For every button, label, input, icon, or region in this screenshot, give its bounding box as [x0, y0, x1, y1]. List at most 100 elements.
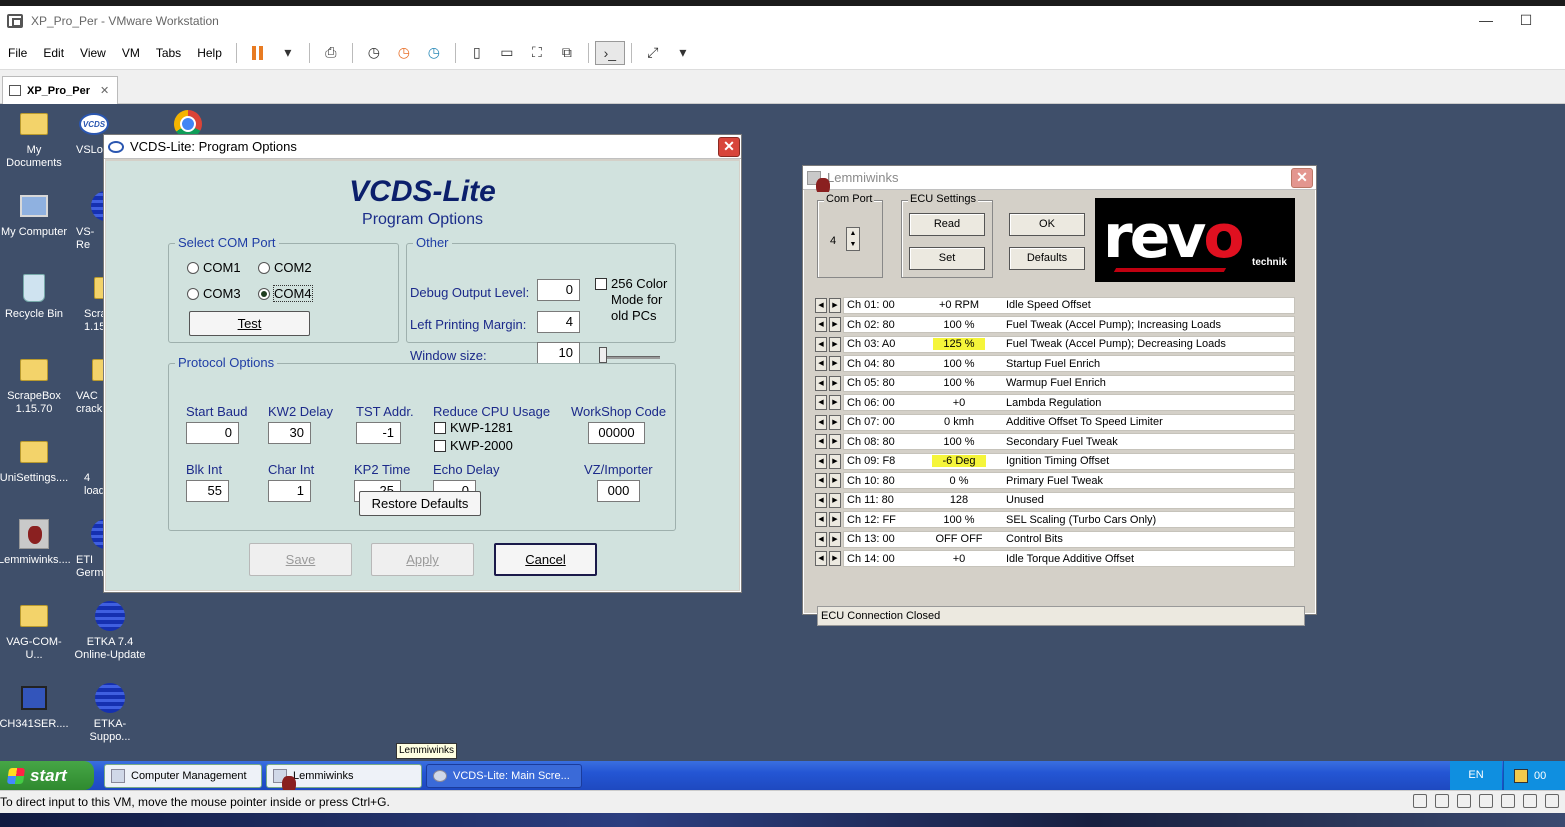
decrease-arrow-icon[interactable]: ◀ [815, 531, 827, 547]
test-button[interactable]: Test [189, 311, 310, 336]
desktop-icon-recycle-bin[interactable]: Recycle Bin [0, 272, 70, 321]
char-int-input[interactable]: 1 [268, 480, 311, 502]
desktop-icon-scra[interactable]: Scra 1.15 [84, 272, 104, 334]
decrease-arrow-icon[interactable]: ◀ [815, 414, 827, 430]
menu-file[interactable]: File [0, 46, 35, 60]
menu-vm[interactable]: VM [114, 46, 148, 60]
stretch-guest-icon[interactable]: ⤢ [638, 41, 668, 65]
thumbnail-view-icon[interactable]: ▭ [492, 41, 522, 65]
desktop-icon-ch341ser[interactable]: CH341SER.... [0, 682, 70, 731]
desktop-icon-etka-online-update[interactable]: ETKA 7.4 Online-Update [74, 600, 146, 662]
desktop-icon-vac[interactable]: VAC crack [76, 354, 104, 416]
tab-xp-pro-per[interactable]: XP_Pro_Per ✕ [2, 76, 118, 104]
defaults-button[interactable]: Defaults [1009, 247, 1085, 270]
radio-com3[interactable]: COM3 [187, 286, 241, 301]
minimize-button[interactable]: — [1466, 12, 1506, 28]
start-button[interactable]: start [0, 761, 94, 790]
window-size-input[interactable]: 10 [537, 342, 580, 364]
increase-arrow-icon[interactable]: ▶ [829, 551, 841, 566]
restore-defaults-button[interactable]: Restore Defaults [359, 491, 481, 516]
desktop-icon-vs-re[interactable]: VS-Re [76, 190, 104, 252]
task-computer-management[interactable]: Computer Management [104, 764, 262, 788]
unity-icon[interactable]: ⧉ [552, 41, 582, 65]
window-size-slider-thumb[interactable] [599, 347, 607, 363]
decrease-arrow-icon[interactable]: ◀ [815, 551, 827, 566]
tst-addr-input[interactable]: -1 [356, 422, 401, 444]
com-port-spinner[interactable]: ▲ ▼ [846, 227, 860, 251]
tray-app-icon[interactable] [1514, 768, 1528, 783]
snapshot-revert-icon[interactable]: ◷ [389, 41, 419, 65]
full-screen-icon[interactable]: ⛶ [522, 41, 552, 65]
increase-arrow-icon[interactable]: ▶ [829, 297, 841, 313]
kwp2000-checkbox[interactable]: KWP-2000 [434, 438, 513, 453]
radio-com4[interactable]: COM4 [258, 285, 313, 302]
desktop-icon-scrapebox[interactable]: ScrapeBox 1.15.70 [0, 354, 70, 416]
decrease-arrow-icon[interactable]: ◀ [815, 375, 827, 391]
desktop-icon-my-computer[interactable]: My Computer [0, 190, 70, 239]
vcds-close-button[interactable]: ✕ [718, 137, 740, 157]
save-button[interactable]: Save [249, 543, 352, 576]
increase-arrow-icon[interactable]: ▶ [829, 375, 841, 391]
radio-com2[interactable]: COM2 [258, 260, 312, 275]
increase-arrow-icon[interactable]: ▶ [829, 434, 841, 449]
read-button[interactable]: Read [909, 213, 985, 236]
sound-icon[interactable] [1501, 794, 1515, 808]
cd-drive-icon[interactable] [1435, 794, 1449, 808]
decrease-arrow-icon[interactable]: ◀ [815, 434, 827, 449]
menu-edit[interactable]: Edit [35, 46, 72, 60]
start-baud-input[interactable]: 0 [186, 422, 239, 444]
decrease-arrow-icon[interactable]: ◀ [815, 356, 827, 371]
desktop-icon-my-documents[interactable]: My Documents [0, 108, 70, 170]
decrease-arrow-icon[interactable]: ◀ [815, 317, 827, 332]
set-button[interactable]: Set [909, 247, 985, 270]
increase-arrow-icon[interactable]: ▶ [829, 395, 841, 410]
decrease-arrow-icon[interactable]: ◀ [815, 512, 827, 527]
desktop-icon-vag-com[interactable]: VAG-COM-U... [0, 600, 70, 662]
power-menu-dropdown[interactable]: ▾ [273, 41, 303, 65]
desktop-icon-eti[interactable]: ETI Germa [76, 518, 104, 580]
radio-com1[interactable]: COM1 [187, 260, 241, 275]
desktop-icon-etka-support[interactable]: ETKA-Suppo... [74, 682, 146, 744]
left-margin-input[interactable]: 4 [537, 311, 580, 333]
kw2-delay-input[interactable]: 30 [268, 422, 311, 444]
decrease-arrow-icon[interactable]: ◀ [815, 336, 827, 352]
kwp1281-checkbox[interactable]: KWP-1281 [434, 420, 513, 435]
desktop-icon-lemmiwinks[interactable]: Lemmiwinks.... [0, 518, 71, 567]
decrease-arrow-icon[interactable]: ◀ [815, 395, 827, 410]
debug-output-input[interactable]: 0 [537, 279, 580, 301]
apply-button[interactable]: Apply [371, 543, 474, 576]
menu-help[interactable]: Help [189, 46, 230, 60]
decrease-arrow-icon[interactable]: ◀ [815, 453, 827, 469]
decrease-arrow-icon[interactable]: ◀ [815, 492, 827, 508]
printer-icon[interactable] [1479, 794, 1493, 808]
blk-int-input[interactable]: 55 [186, 480, 229, 502]
stretch-dropdown[interactable]: ▾ [668, 41, 698, 65]
decrease-arrow-icon[interactable]: ◀ [815, 297, 827, 313]
send-ctrl-alt-del-icon[interactable]: ⎙ [316, 41, 346, 65]
usb-device-icon[interactable] [1523, 794, 1537, 808]
display-icon[interactable] [1545, 794, 1559, 808]
increase-arrow-icon[interactable]: ▶ [829, 453, 841, 469]
decrease-arrow-icon[interactable]: ◀ [815, 473, 827, 488]
increase-arrow-icon[interactable]: ▶ [829, 531, 841, 547]
workshop-code-input[interactable]: 00000 [588, 422, 645, 444]
color-mode-checkbox[interactable]: 256 Color Mode for old PCs [595, 276, 667, 324]
increase-arrow-icon[interactable]: ▶ [829, 356, 841, 371]
increase-arrow-icon[interactable]: ▶ [829, 492, 841, 508]
task-vcds-main[interactable]: VCDS-Lite: Main Scre... [426, 764, 582, 788]
network-icon[interactable] [1457, 794, 1471, 808]
increase-arrow-icon[interactable]: ▶ [829, 512, 841, 527]
desktop-icon-unisettings[interactable]: UniSettings.... [0, 436, 70, 485]
task-lemmiwinks[interactable]: Lemmiwinks [266, 764, 422, 794]
console-view-icon[interactable]: ›_ [594, 40, 625, 65]
lemmiwinks-close-button[interactable]: ✕ [1291, 168, 1313, 188]
snapshot-manager-icon[interactable]: ◷ [419, 41, 449, 65]
ok-button[interactable]: OK [1009, 213, 1085, 236]
tab-close-icon[interactable]: ✕ [100, 84, 109, 97]
library-view-icon[interactable]: ▯ [462, 41, 492, 65]
increase-arrow-icon[interactable]: ▶ [829, 473, 841, 488]
vz-importer-input[interactable]: 000 [597, 480, 640, 502]
desktop-icon-load[interactable]: 4 load [84, 436, 104, 498]
snapshot-take-icon[interactable]: ◷ [359, 41, 389, 65]
menu-tabs[interactable]: Tabs [148, 46, 189, 60]
